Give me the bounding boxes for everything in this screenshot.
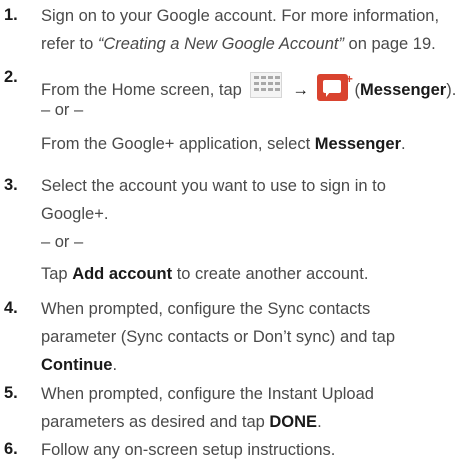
bold-term: Add account bbox=[72, 265, 173, 283]
step-text: parameter (Sync contacts or Don’t sync) … bbox=[41, 328, 395, 346]
instructions-page: 1. Sign on to your Google account. For m… bbox=[0, 0, 476, 470]
apps-grid-icon bbox=[250, 72, 283, 98]
step-text: parameters as desired and tap DONE. bbox=[41, 412, 322, 432]
or-separator: – or – bbox=[41, 101, 84, 119]
step-text: Tap Add account to create another accoun… bbox=[41, 264, 368, 284]
text-segment: parameters as desired and tap bbox=[41, 413, 270, 431]
bold-term: DONE bbox=[269, 413, 318, 431]
cross-reference-link[interactable]: “Creating a New Google Account” bbox=[98, 35, 344, 53]
step-number: 4. bbox=[4, 299, 18, 317]
text-segment: Tap bbox=[41, 265, 73, 283]
step-text: From the Google+ application, select Mes… bbox=[41, 134, 406, 154]
step-text: Select the account you want to use to si… bbox=[41, 177, 386, 195]
messenger-icon: + bbox=[316, 72, 353, 101]
step-number: 5. bbox=[4, 384, 18, 402]
text-segment: . bbox=[112, 356, 118, 374]
step-text: When prompted, configure the Sync contac… bbox=[41, 300, 371, 318]
arrow-icon: → bbox=[292, 81, 309, 99]
text-segment: From the Home screen, tap bbox=[41, 81, 247, 99]
text-segment: . bbox=[317, 413, 322, 431]
text-segment: ). bbox=[446, 81, 457, 99]
step-text: Google+. bbox=[41, 205, 109, 223]
text-segment: to create another account. bbox=[172, 265, 369, 283]
step-number: 1. bbox=[4, 6, 18, 24]
bold-term: Messenger bbox=[360, 81, 447, 99]
step-text: refer to “Creating a New Google Account”… bbox=[41, 34, 436, 54]
or-separator: – or – bbox=[41, 233, 84, 251]
step-number: 3. bbox=[4, 176, 18, 194]
step-text: Follow any on-screen setup instructions. bbox=[41, 441, 336, 459]
step-number: 2. bbox=[4, 68, 18, 86]
bold-term: Continue bbox=[41, 356, 113, 374]
text-segment: . bbox=[401, 135, 406, 153]
text-segment: From the Google+ application, select bbox=[41, 135, 315, 153]
step-text: From the Home screen, tap → + (Messenger)… bbox=[41, 68, 456, 102]
step-text: When prompted, configure the Instant Upl… bbox=[41, 385, 374, 403]
step-number: 6. bbox=[4, 440, 18, 458]
text-segment: on page 19. bbox=[343, 35, 436, 53]
bold-term: Messenger bbox=[314, 135, 401, 153]
text-segment: refer to bbox=[41, 35, 98, 53]
step-text: Continue. bbox=[41, 355, 117, 375]
step-text: Sign on to your Google account. For more… bbox=[41, 7, 440, 25]
